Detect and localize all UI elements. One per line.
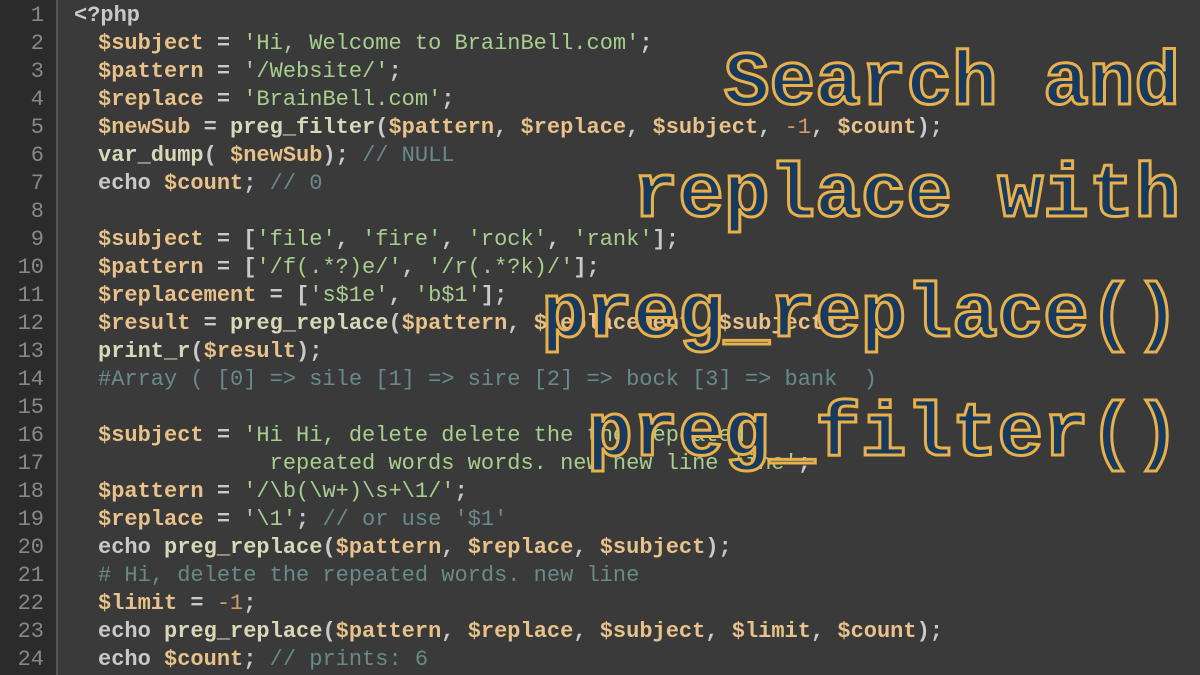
line-number: 10 <box>0 254 44 282</box>
code-line: <?php <box>74 2 1200 30</box>
code-line: $pattern = '/Website/'; <box>74 58 1200 86</box>
code-line: $subject = 'Hi Hi, delete delete the the… <box>74 422 1200 450</box>
line-number: 24 <box>0 646 44 674</box>
line-number: 15 <box>0 394 44 422</box>
line-number: 13 <box>0 338 44 366</box>
code-line: echo $count; // 0 <box>74 170 1200 198</box>
code-line: $subject = ['file', 'fire', 'rock', 'ran… <box>74 226 1200 254</box>
code-line: $result = preg_replace($pattern, $replac… <box>74 310 1200 338</box>
line-number: 2 <box>0 30 44 58</box>
line-number: 17 <box>0 450 44 478</box>
line-number: 20 <box>0 534 44 562</box>
code-line: #Array ( [0] => sile [1] => sire [2] => … <box>74 366 1200 394</box>
line-number: 11 <box>0 282 44 310</box>
line-number: 18 <box>0 478 44 506</box>
code-line: $replace = 'BrainBell.com'; <box>74 86 1200 114</box>
code-line: var_dump( $newSub); // NULL <box>74 142 1200 170</box>
code-line: echo preg_replace($pattern, $replace, $s… <box>74 534 1200 562</box>
code-line: $replace = '\1'; // or use '$1' <box>74 506 1200 534</box>
code-line <box>74 198 1200 226</box>
line-number: 8 <box>0 198 44 226</box>
code-line: $newSub = preg_filter($pattern, $replace… <box>74 114 1200 142</box>
line-number: 12 <box>0 310 44 338</box>
code-line: # Hi, delete the repeated words. new lin… <box>74 562 1200 590</box>
line-number: 4 <box>0 86 44 114</box>
line-number: 9 <box>0 226 44 254</box>
code-line: $pattern = ['/f(.*?)e/', '/r(.*?k)/']; <box>74 254 1200 282</box>
code-line: repeated words words. new new line line'… <box>74 450 1200 478</box>
line-number-gutter: 123456789101112131415161718192021222324 <box>0 0 58 675</box>
code-line: $pattern = '/\b(\w+)\s+\1/'; <box>74 478 1200 506</box>
line-number: 19 <box>0 506 44 534</box>
line-number: 16 <box>0 422 44 450</box>
code-line: echo $count; // prints: 6 <box>74 646 1200 674</box>
code-line: $replacement = ['s$1e', 'b$1']; <box>74 282 1200 310</box>
code-line: echo preg_replace($pattern, $replace, $s… <box>74 618 1200 646</box>
line-number: 7 <box>0 170 44 198</box>
code-line: $limit = -1; <box>74 590 1200 618</box>
code-line: $subject = 'Hi, Welcome to BrainBell.com… <box>74 30 1200 58</box>
line-number: 14 <box>0 366 44 394</box>
line-number: 5 <box>0 114 44 142</box>
code-area[interactable]: <?php $subject = 'Hi, Welcome to BrainBe… <box>58 0 1200 675</box>
code-line: print_r($result); <box>74 338 1200 366</box>
line-number: 23 <box>0 618 44 646</box>
line-number: 22 <box>0 590 44 618</box>
code-editor: 123456789101112131415161718192021222324 … <box>0 0 1200 675</box>
line-number: 1 <box>0 2 44 30</box>
line-number: 3 <box>0 58 44 86</box>
line-number: 6 <box>0 142 44 170</box>
line-number: 21 <box>0 562 44 590</box>
code-line <box>74 394 1200 422</box>
